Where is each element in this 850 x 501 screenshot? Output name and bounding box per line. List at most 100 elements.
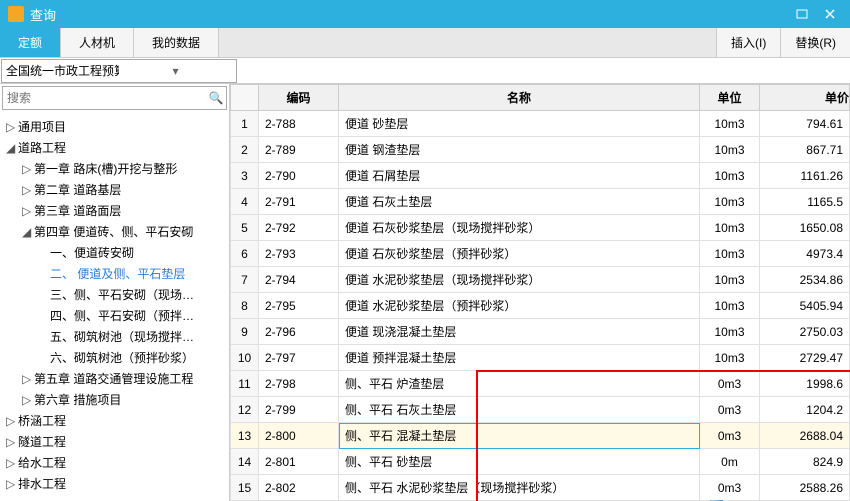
tree-node[interactable]: ▷第一章 路床(槽)开挖与整形 [0,158,229,179]
name-cell[interactable]: 侧、平石 砂垫层 [339,449,700,475]
code-cell[interactable]: 2-788 [259,111,339,137]
name-cell[interactable]: 便道 石屑垫层 [339,163,700,189]
table-row[interactable]: 92-796便道 现浇混凝土垫层10m32750.03 [231,319,850,345]
name-cell[interactable]: 便道 石灰砂浆垫层（现场搅拌砂浆） [339,215,700,241]
table-row[interactable]: 62-793便道 石灰砂浆垫层（预拌砂浆）10m34973.4 [231,241,850,267]
standard-dropdown[interactable]: 全国统一市政工程预算定额河北省消耗量 ▾ [1,59,237,83]
unit-cell[interactable]: 10m3 [700,163,760,189]
table-row[interactable]: 52-792便道 石灰砂浆垫层（现场搅拌砂浆）10m31650.08 [231,215,850,241]
name-cell[interactable]: 侧、平石 水泥砂浆垫层（现场搅拌砂浆） [339,475,700,501]
price-cell[interactable]: 2588.26 [760,475,850,501]
code-cell[interactable]: 2-798 [259,371,339,397]
category-tree[interactable]: ▷通用项目 ◢道路工程 ▷第一章 路床(槽)开挖与整形 ▷第二章 道路基层 ▷第… [0,112,229,501]
price-cell[interactable]: 5405.94 [760,293,850,319]
unit-cell[interactable]: 0m3 [700,423,760,449]
table-row[interactable]: 152-802侧、平石 水泥砂浆垫层（现场搅拌砂浆）0m32588.26 [231,475,850,501]
unit-cell[interactable]: 10m3 [700,111,760,137]
code-cell[interactable]: 2-794 [259,267,339,293]
table-row[interactable]: 12-788便道 砂垫层10m3794.61 [231,111,850,137]
price-cell[interactable]: 1204.2 [760,397,850,423]
tab-mydata[interactable]: 我的数据 [134,28,219,57]
tree-node[interactable]: ▷第三章 道路面层 [0,200,229,221]
code-cell[interactable]: 2-800 [259,423,339,449]
col-price[interactable]: 单价 [760,85,850,111]
tree-node[interactable]: ▷给水工程 [0,452,229,473]
tree-node[interactable]: 一、便道砖安砌 [0,242,229,263]
code-cell[interactable]: 2-789 [259,137,339,163]
code-cell[interactable]: 2-795 [259,293,339,319]
code-cell[interactable]: 2-792 [259,215,339,241]
col-unit[interactable]: 单位 [700,85,760,111]
tree-node[interactable]: ◢道路工程 [0,137,229,158]
name-cell[interactable]: 便道 石灰砂浆垫层（预拌砂浆） [339,241,700,267]
price-cell[interactable]: 1165.5 [760,189,850,215]
price-cell[interactable]: 867.71 [760,137,850,163]
tree-node[interactable]: ▷第二章 道路基层 [0,179,229,200]
search-box[interactable]: 🔍 [2,86,227,110]
name-cell[interactable]: 侧、平石 混凝土垫层 [339,423,700,449]
unit-cell[interactable]: 10m3 [700,241,760,267]
tree-node[interactable]: 五、砌筑树池（现场搅拌… [0,326,229,347]
name-cell[interactable]: 便道 预拌混凝土垫层 [339,345,700,371]
unit-cell[interactable]: 0m3 [700,397,760,423]
price-cell[interactable]: 2729.47 [760,345,850,371]
name-cell[interactable]: 侧、平石 炉渣垫层 [339,371,700,397]
code-cell[interactable]: 2-790 [259,163,339,189]
price-cell[interactable]: 824.9 [760,449,850,475]
name-cell[interactable]: 便道 石灰土垫层 [339,189,700,215]
tab-quota[interactable]: 定额 [0,28,61,57]
table-row[interactable]: 102-797便道 预拌混凝土垫层10m32729.47 [231,345,850,371]
price-cell[interactable]: 1998.6 [760,371,850,397]
unit-cell[interactable]: 0m3 [700,371,760,397]
code-cell[interactable]: 2-799 [259,397,339,423]
col-name[interactable]: 名称 [339,85,700,111]
code-cell[interactable]: 2-791 [259,189,339,215]
minimize-button[interactable] [790,6,814,22]
unit-cell[interactable]: 10m3 [700,345,760,371]
code-cell[interactable]: 2-797 [259,345,339,371]
tree-node-selected[interactable]: 二、 便道及侧、平石垫层 [0,263,229,284]
table-row[interactable]: 42-791便道 石灰土垫层10m31165.5 [231,189,850,215]
tree-node[interactable]: ▷第六章 措施项目 [0,389,229,410]
tree-node[interactable]: ▷第五章 道路交通管理设施工程 [0,368,229,389]
unit-cell[interactable]: 10m3 [700,267,760,293]
table-row[interactable]: 72-794便道 水泥砂浆垫层（现场搅拌砂浆）10m32534.86 [231,267,850,293]
unit-cell[interactable]: 10m3 [700,189,760,215]
tree-node[interactable]: ▷通用项目 [0,116,229,137]
tree-node[interactable]: ▷桥涵工程 [0,410,229,431]
col-rownum[interactable] [231,85,259,111]
table-row[interactable]: 22-789便道 钢渣垫层10m3867.71 [231,137,850,163]
replace-button[interactable]: 替换(R) [780,28,850,57]
unit-cell[interactable]: 0m [700,449,760,475]
unit-cell[interactable]: 10m3 [700,293,760,319]
table-row[interactable]: 132-800侧、平石 混凝土垫层0m32688.04 [231,423,850,449]
tree-node[interactable]: ▷隧道工程 [0,431,229,452]
code-cell[interactable]: 2-801 [259,449,339,475]
unit-cell[interactable]: 10m3 [700,319,760,345]
unit-cell[interactable]: 10m3 [700,215,760,241]
unit-cell[interactable]: 0m3 [700,475,760,501]
name-cell[interactable]: 便道 水泥砂浆垫层（现场搅拌砂浆） [339,267,700,293]
tab-material[interactable]: 人材机 [61,28,134,57]
unit-cell[interactable]: 10m3 [700,137,760,163]
price-cell[interactable]: 4973.4 [760,241,850,267]
col-code[interactable]: 编码 [259,85,339,111]
search-input[interactable] [3,91,206,105]
tree-node[interactable]: ◢第四章 便道砖、侧、平石安砌 [0,221,229,242]
name-cell[interactable]: 便道 钢渣垫层 [339,137,700,163]
name-cell[interactable]: 便道 现浇混凝土垫层 [339,319,700,345]
tree-node[interactable]: 四、侧、平石安砌（预拌… [0,305,229,326]
price-cell[interactable]: 1650.08 [760,215,850,241]
price-cell[interactable]: 2750.03 [760,319,850,345]
price-cell[interactable]: 2534.86 [760,267,850,293]
price-cell[interactable]: 794.61 [760,111,850,137]
table-row[interactable]: 82-795便道 水泥砂浆垫层（预拌砂浆）10m35405.94 [231,293,850,319]
name-cell[interactable]: 侧、平石 石灰土垫层 [339,397,700,423]
code-cell[interactable]: 2-793 [259,241,339,267]
name-cell[interactable]: 便道 水泥砂浆垫层（预拌砂浆） [339,293,700,319]
table-row[interactable]: 122-799侧、平石 石灰土垫层0m31204.2 [231,397,850,423]
price-cell[interactable]: 1161.26 [760,163,850,189]
data-grid[interactable]: 编码 名称 单位 单价 12-788便道 砂垫层10m3794.6122-789… [230,84,850,501]
code-cell[interactable]: 2-796 [259,319,339,345]
name-cell[interactable]: 便道 砂垫层 [339,111,700,137]
